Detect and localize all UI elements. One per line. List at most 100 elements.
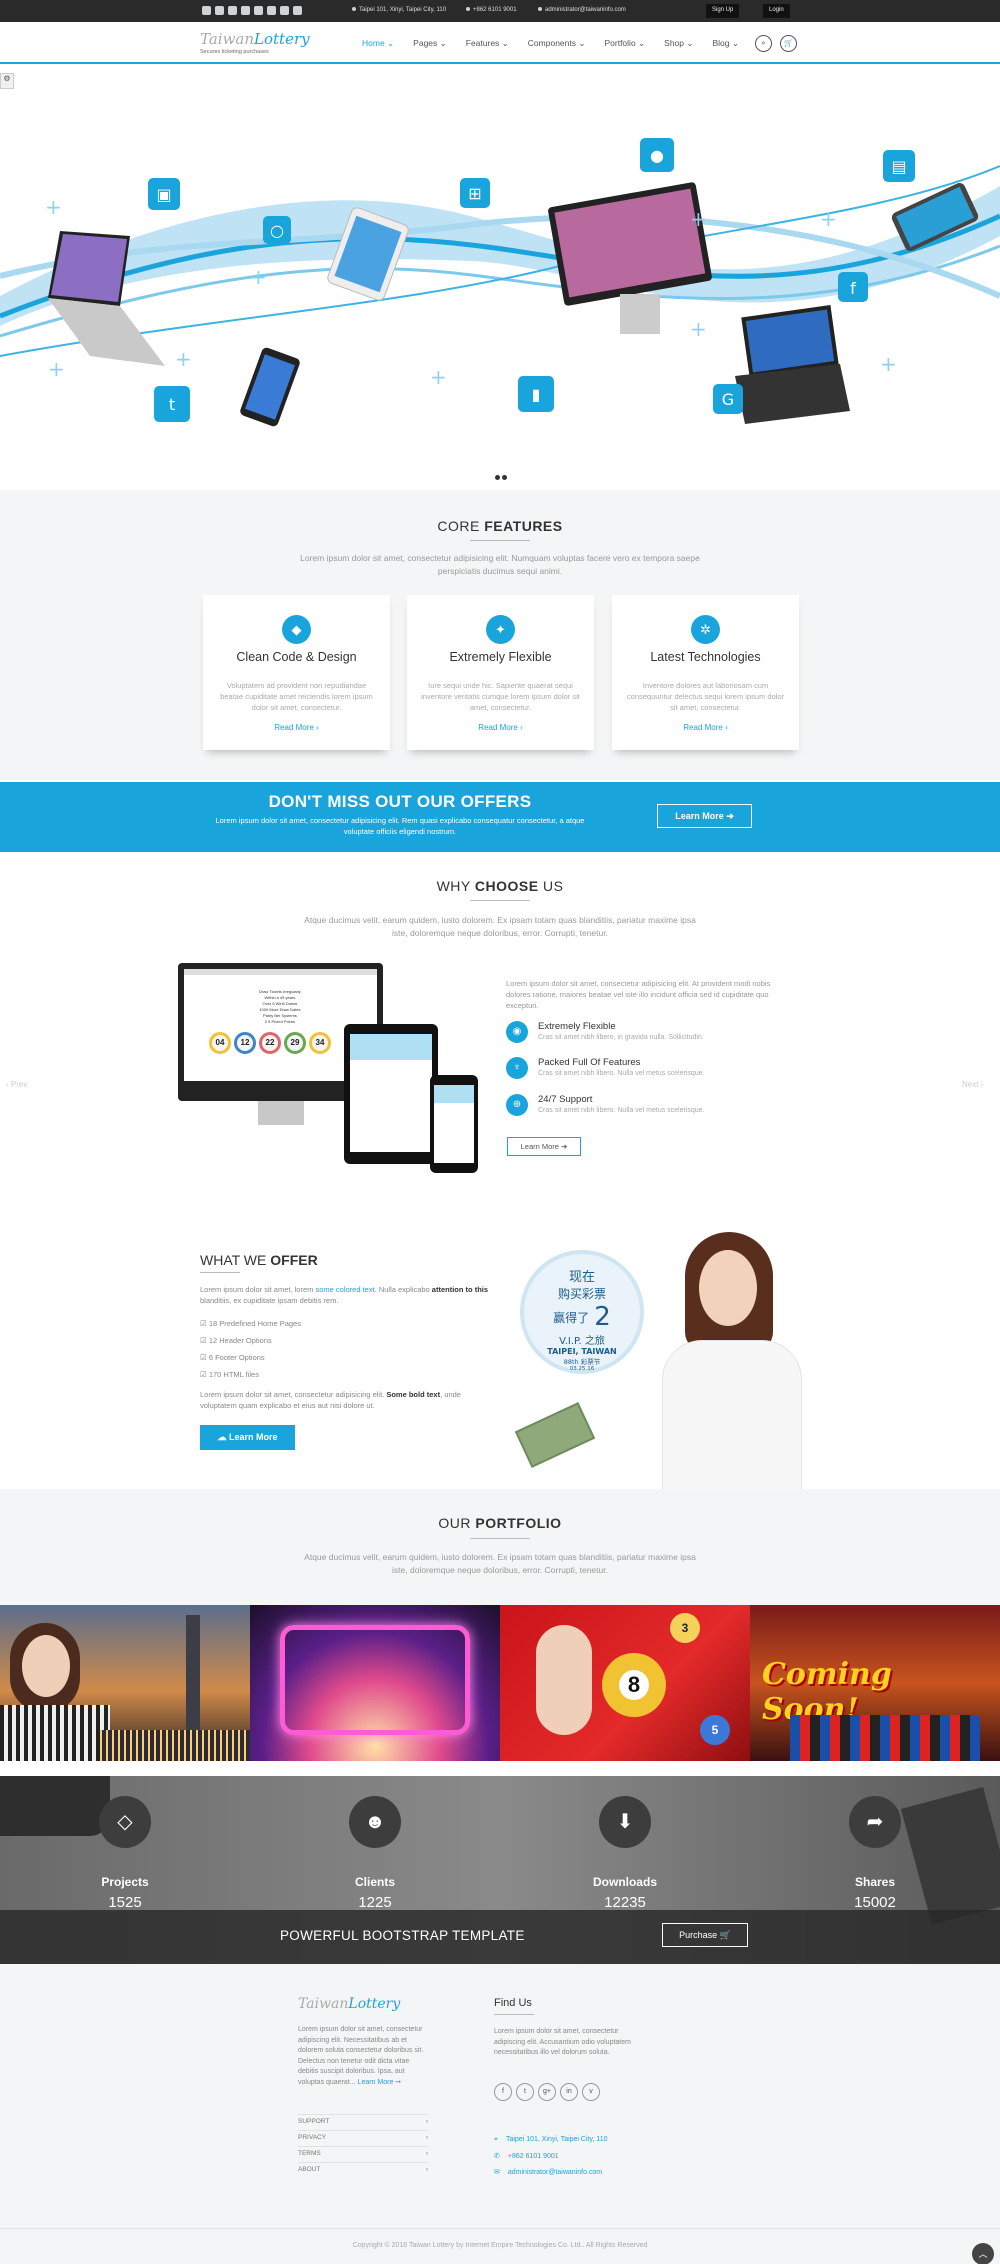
eye-icon: ◉ [506, 1021, 528, 1043]
footer-email[interactable]: ✉ administrator@taiwaninfo.com [494, 2168, 602, 2176]
next-arrow[interactable]: Next › [962, 1080, 983, 1089]
nav-item-features[interactable]: Features ⌄ [466, 38, 509, 49]
hero-slider: ▣ ○ ⊞ ● ▤ f t ▮ G + + + + + + + + + [0, 66, 1000, 490]
linkedin-icon[interactable]: in [560, 2083, 578, 2101]
portfolio-item-lottery-balls[interactable]: 8 3 5 [500, 1605, 750, 1761]
offer-list-item: ☑ 12 Header Options [200, 1336, 272, 1345]
feature-box-flexible: ✦ Extremely Flexible Iure sequi unde hic… [407, 595, 594, 750]
twitter-icon[interactable] [202, 6, 211, 15]
offers-banner: DON'T MISS OUT OUR OFFERS Lorem ipsum do… [0, 782, 1000, 852]
google-plus-icon[interactable]: g+ [538, 2083, 556, 2101]
offer-paragraph-2: Lorem ipsum dolor sit amet, consectetur … [200, 1390, 461, 1410]
skype-icon[interactable] [215, 6, 224, 15]
portfolio-divider [470, 1538, 530, 1539]
phone-icon [466, 7, 470, 12]
main-menu: Home ⌄ Pages ⌄ Features ⌄ Components ⌄ P… [362, 38, 739, 49]
linkedin-icon[interactable] [228, 6, 237, 15]
hero-illustration: ▣ ○ ⊞ ● ▤ f t ▮ G + + + + + + + + + [0, 138, 1000, 427]
footer-link-terms[interactable]: › TERMS [298, 2146, 428, 2157]
login-button[interactable]: Login [763, 4, 790, 18]
nav-item-portfolio[interactable]: Portfolio ⌄ [604, 38, 645, 49]
svg-text:+: + [175, 347, 192, 371]
footer-address: ⌖ Taipei 101, Xinyi, Taipei City, 110 [494, 2136, 608, 2143]
svg-text:+: + [880, 352, 897, 376]
why-bullet-features: ♆ Packed Full Of Features Cras sit amet ni… [506, 1057, 705, 1079]
offer-paragraph-1: Lorem ipsum dolor sit amet, lorem some c… [200, 1285, 489, 1305]
footer-learn-more-link[interactable]: Learn More ➞ [358, 2079, 402, 2086]
svg-text:+: + [820, 207, 837, 231]
learn-more-button[interactable]: Learn More ➔ [657, 804, 752, 828]
vimeo-icon[interactable] [267, 6, 276, 15]
signup-button[interactable]: Sign Up [706, 4, 740, 18]
notebook-device [735, 305, 850, 424]
facebook-icon[interactable] [280, 6, 289, 15]
diamond-icon: ◆ [282, 615, 311, 644]
svg-text:G: G [722, 390, 734, 409]
dribbble-ball-icon: ✦ [486, 615, 515, 644]
twitter-icon[interactable]: t [516, 2083, 534, 2101]
why-title: WHY CHOOSE US [436, 878, 564, 894]
site-logo[interactable]: TaiwanLottery Secures ticketing purchase… [200, 30, 310, 55]
feature-box-clean-code: ◆ Clean Code & Design Voluptatem ad prov… [203, 595, 390, 750]
gear-icon: ✲ [691, 615, 720, 644]
phone-info: +862 6101 9001 [466, 7, 517, 13]
svg-text:+: + [45, 195, 62, 219]
vimeo-icon[interactable]: v [582, 2083, 600, 2101]
nav-item-pages[interactable]: Pages ⌄ [413, 38, 447, 49]
portfolio-title: OUR PORTFOLIO [438, 1515, 562, 1531]
footer-logo[interactable]: TaiwanLottery [298, 1996, 400, 2012]
slider-dot[interactable] [502, 475, 507, 480]
features-divider [470, 540, 530, 541]
lifebuoy-icon: ⊕ [506, 1094, 528, 1116]
iphone-device [240, 347, 300, 427]
cart-button[interactable]: 🛒 [780, 35, 797, 52]
why-bullet-flexible: ◉ Extremely Flexible Cras sit amet nibh li… [506, 1021, 704, 1043]
google-plus-icon[interactable] [241, 6, 250, 15]
footer-link-about[interactable]: › ABOUT [298, 2162, 428, 2173]
footer-phone[interactable]: ✆ +862 6101 9001 [494, 2152, 559, 2160]
svg-text:▤: ▤ [891, 157, 906, 176]
offer-learn-more-button[interactable]: ☁ Learn More [200, 1425, 295, 1450]
purchase-button[interactable]: Purchase 🛒 [662, 1923, 748, 1947]
portfolio-item-taipei[interactable] [0, 1605, 250, 1761]
svg-text:▣: ▣ [156, 185, 171, 204]
why-divider [470, 900, 530, 901]
phone-mockup [430, 1075, 478, 1173]
read-more-link[interactable]: Read More › [612, 723, 799, 732]
footer [0, 1964, 1000, 2264]
share-icon: ➦ [849, 1796, 901, 1848]
facebook-icon[interactable]: f [494, 2083, 512, 2101]
nav-item-components[interactable]: Components ⌄ [528, 38, 586, 49]
portfolio-item-coming-soon[interactable]: Coming Soon! [750, 1605, 1000, 1761]
search-icon: ⌕ [761, 40, 766, 47]
lottery-ball: 12 [234, 1032, 256, 1054]
offer-list-item: ☑ 170 HTML files [200, 1370, 259, 1379]
tablet-mockup [344, 1024, 438, 1164]
dribbble-icon[interactable] [293, 6, 302, 15]
svg-text:+: + [690, 317, 707, 341]
footer-link-privacy[interactable]: › PRIVACY [298, 2130, 428, 2141]
slider-dot[interactable] [495, 475, 500, 480]
why-learn-more-button[interactable]: Learn More ➔ [507, 1137, 581, 1156]
social-links [202, 6, 302, 15]
offer-title: WHAT WE OFFER [200, 1252, 318, 1268]
lottery-ball: 29 [284, 1032, 306, 1054]
footer-link-support[interactable]: › SUPPORT [298, 2114, 428, 2125]
nav-item-shop[interactable]: Shop ⌄ [664, 38, 693, 49]
settings-gear-icon[interactable]: ⚙ [0, 73, 14, 89]
read-more-link[interactable]: Read More › [203, 723, 390, 732]
offer-list-item: ☑ 6 Footer Options [200, 1353, 265, 1362]
search-button[interactable]: ⌕ [755, 35, 772, 52]
footer-divider [0, 2228, 1000, 2229]
imac-device [548, 182, 712, 334]
nav-item-blog[interactable]: Blog ⌄ [713, 38, 740, 49]
scroll-to-top-button[interactable]: ︿ [972, 2243, 994, 2264]
map-pin-icon [352, 7, 356, 12]
email-icon: ✉ [494, 2169, 500, 2176]
portfolio-item-lights[interactable] [250, 1605, 500, 1761]
prev-arrow[interactable]: ‹ Prev [6, 1080, 27, 1089]
youtube-icon[interactable] [254, 6, 263, 15]
nav-item-home[interactable]: Home ⌄ [362, 38, 394, 49]
read-more-link[interactable]: Read More › [407, 723, 594, 732]
svg-text:f: f [850, 279, 856, 298]
